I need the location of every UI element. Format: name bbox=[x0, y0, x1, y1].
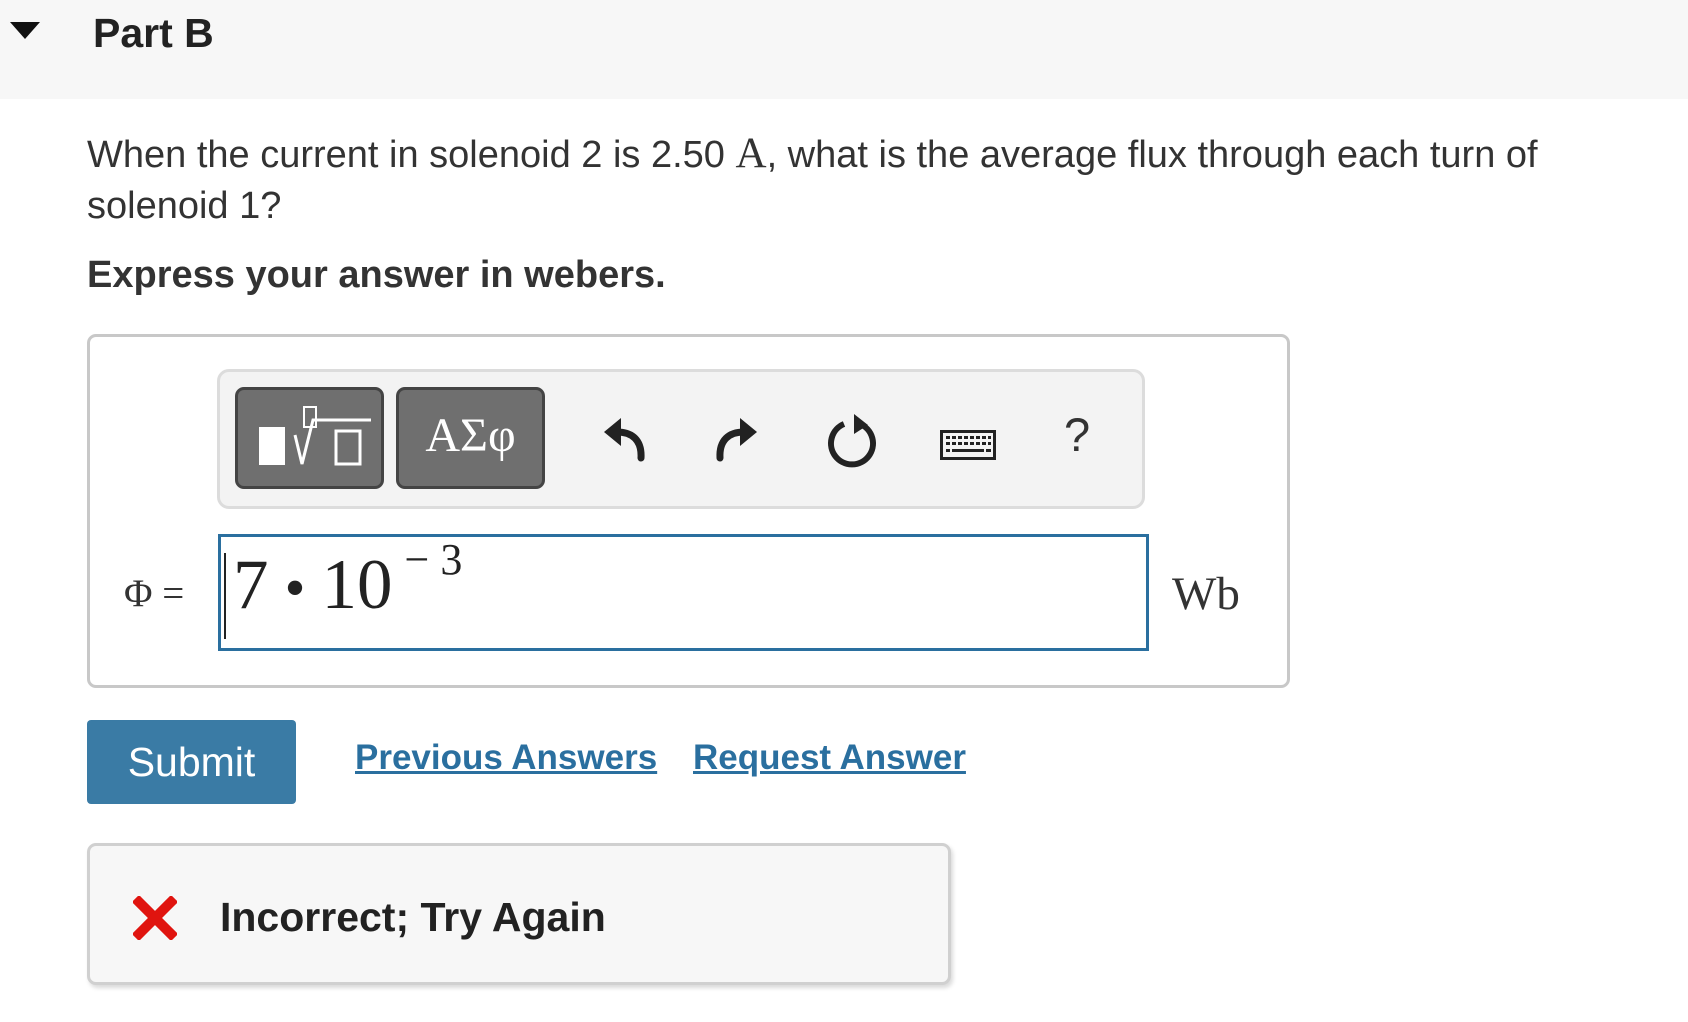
part-header: Part B bbox=[0, 0, 1688, 99]
undo-icon[interactable] bbox=[602, 414, 648, 464]
question-unit: A bbox=[735, 130, 767, 177]
answer-box: ΑΣφ ? Φ = 7 • 10− 3 Wb bbox=[87, 334, 1290, 688]
symbols-label: ΑΣφ bbox=[425, 409, 516, 462]
x-mark-icon bbox=[133, 896, 177, 940]
help-button[interactable]: ? bbox=[1064, 407, 1090, 462]
symbols-button[interactable]: ΑΣφ bbox=[396, 387, 545, 489]
answer-unit: Wb bbox=[1172, 568, 1240, 620]
reset-icon[interactable] bbox=[826, 412, 880, 468]
math-toolbar: ΑΣφ ? bbox=[217, 369, 1145, 509]
submit-button[interactable]: Submit bbox=[87, 720, 296, 804]
question-text: When the current in solenoid 2 is 2.50 A… bbox=[87, 128, 1627, 232]
part-title[interactable]: Part B bbox=[93, 10, 214, 57]
answer-input[interactable]: 7 • 10− 3 bbox=[218, 534, 1149, 651]
templates-button[interactable] bbox=[235, 387, 384, 489]
answer-instruction: Express your answer in webers. bbox=[87, 254, 666, 296]
text-caret bbox=[224, 553, 226, 639]
answer-base: 10 bbox=[321, 546, 393, 624]
answer-exponent: − 3 bbox=[404, 535, 463, 584]
math-templates-icon bbox=[259, 406, 371, 466]
previous-answers-link[interactable]: Previous Answers bbox=[355, 738, 657, 778]
triangle-down-icon[interactable] bbox=[10, 22, 40, 39]
redo-icon[interactable] bbox=[713, 414, 759, 464]
answer-expression: 7 • 10− 3 bbox=[233, 535, 462, 626]
feedback-box: Incorrect; Try Again bbox=[87, 843, 951, 985]
answer-variable-label: Φ = bbox=[124, 572, 185, 615]
feedback-text: Incorrect; Try Again bbox=[220, 894, 606, 940]
question-text-before: When the current in solenoid 2 is 2.50 bbox=[87, 134, 736, 176]
answer-mantissa: 7 bbox=[233, 546, 269, 624]
answer-operator: • bbox=[284, 555, 306, 621]
keyboard-icon[interactable] bbox=[940, 430, 996, 460]
request-answer-link[interactable]: Request Answer bbox=[693, 738, 966, 778]
